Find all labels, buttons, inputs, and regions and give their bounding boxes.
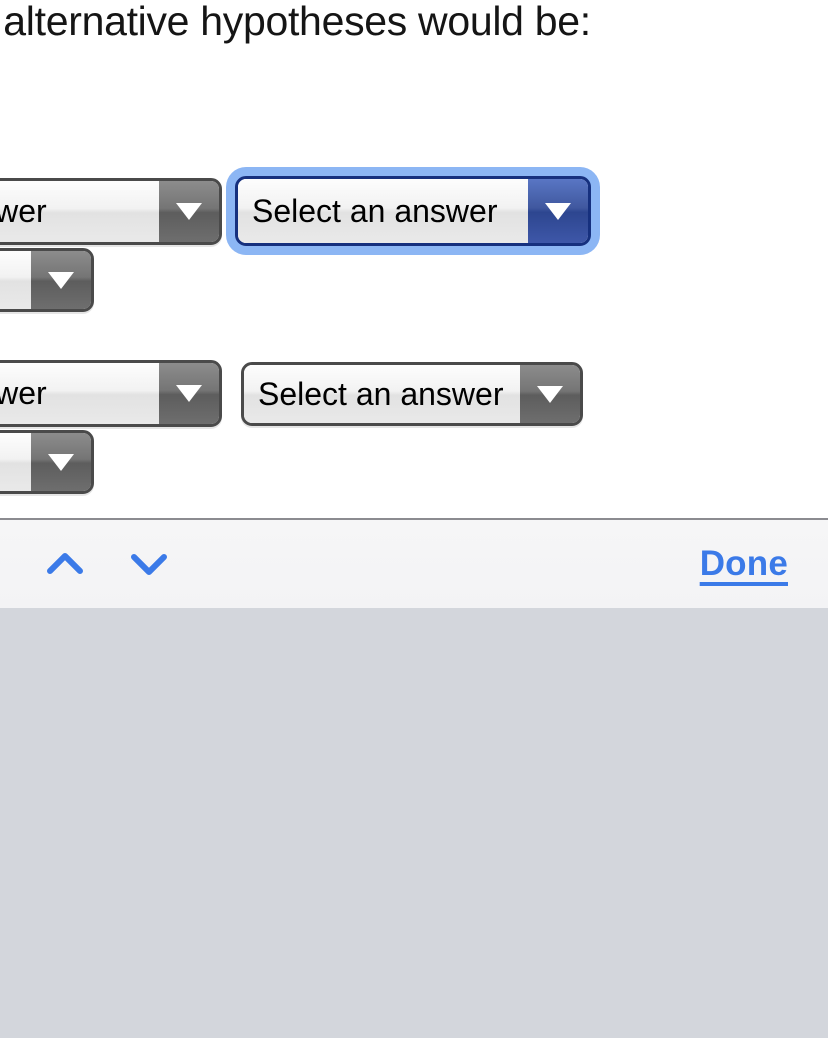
select-left-1[interactable]: an answer <box>0 178 222 245</box>
chevron-down-icon <box>131 554 167 575</box>
select-right-2[interactable]: Select an answer <box>241 362 583 426</box>
select-right-1-value: Select an answer <box>238 179 528 243</box>
question-text: ll and alternative hypotheses would be: <box>0 0 591 44</box>
select-left-3[interactable]: an answer <box>0 360 222 427</box>
select-left-4[interactable]: er <box>0 430 94 494</box>
chevron-down-icon <box>31 251 91 309</box>
select-left-1-value: an answer <box>0 181 159 242</box>
select-right-2-value: Select an answer <box>244 365 520 423</box>
chevron-up-icon <box>47 553 83 574</box>
select-left-3-value: an answer <box>0 363 159 424</box>
select-right-1-focused[interactable]: Select an answer <box>235 176 591 246</box>
chevron-down-icon <box>31 433 91 491</box>
keyboard-accessory-toolbar: Done <box>0 518 828 608</box>
picker-wheel[interactable]: Select an answer > ≠ < = <box>0 608 828 1038</box>
chevron-down-icon <box>159 363 219 424</box>
page-content: ll and alternative hypotheses would be: … <box>0 0 828 518</box>
select-left-4-value: er <box>0 433 31 491</box>
select-left-2-value: er <box>0 251 31 309</box>
next-field-button[interactable] <box>120 535 178 593</box>
previous-field-button[interactable] <box>36 535 94 593</box>
chevron-down-icon <box>159 181 219 242</box>
chevron-down-icon <box>520 365 580 423</box>
chevron-down-icon <box>528 179 588 243</box>
done-button[interactable]: Done <box>700 544 788 584</box>
select-left-2[interactable]: er <box>0 248 94 312</box>
field-navigation-group <box>36 535 178 593</box>
